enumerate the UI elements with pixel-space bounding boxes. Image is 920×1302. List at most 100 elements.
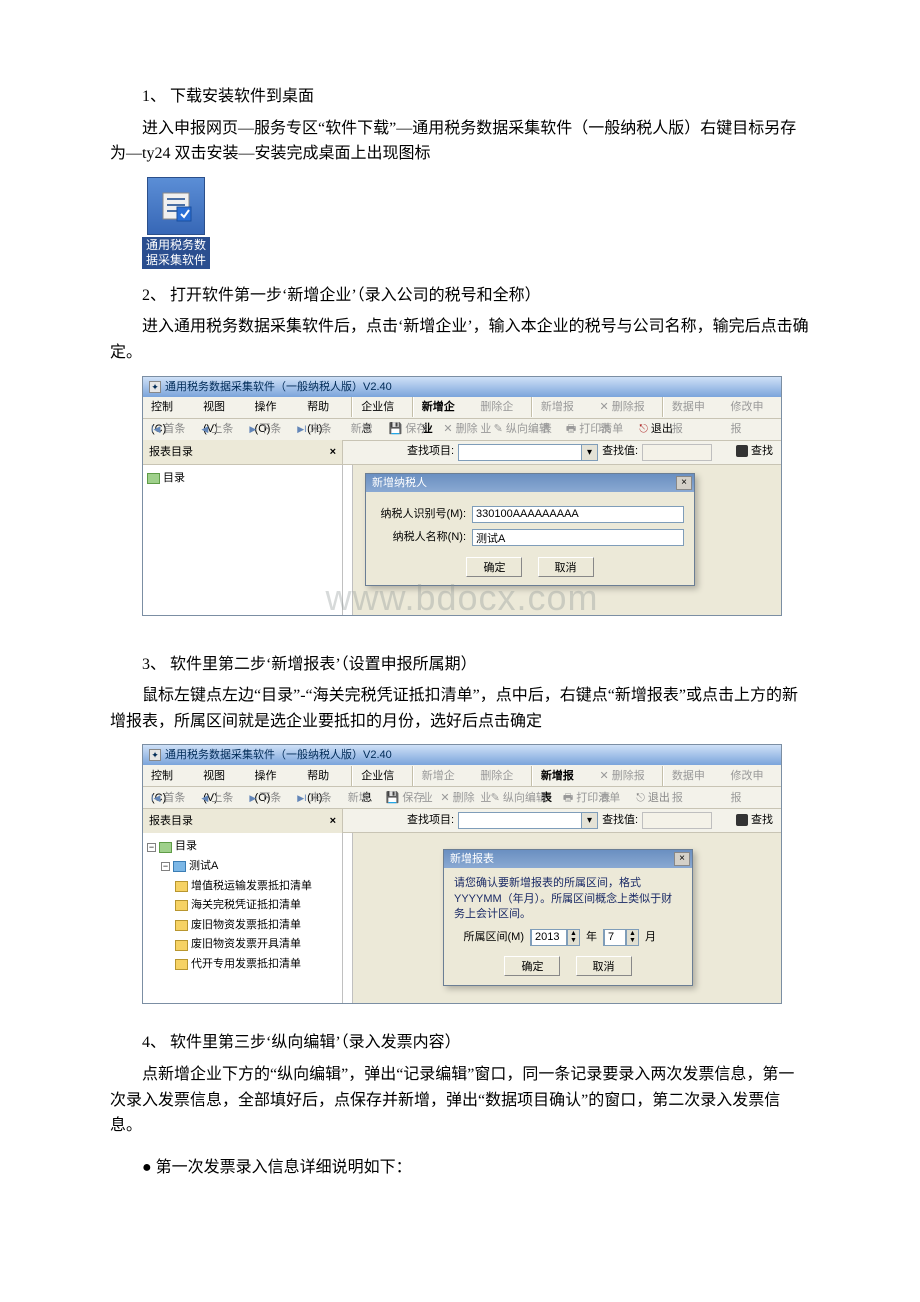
btn-del-report[interactable]: ✕ 删除报表 — [591, 396, 661, 418]
print-icon: 🖶 — [566, 418, 576, 440]
app2-searchbar: 报表目录 × 查找项目: 查找值: 查找 — [143, 809, 781, 833]
dlg2-cancel-button[interactable]: 取消 — [576, 956, 632, 976]
app1-searchbar: 报表目录 × 查找项目: 查找值: 查找 — [143, 441, 781, 465]
app1-workarea: 目录 新增纳税人 × 纳税人识别号(M): — [143, 465, 781, 615]
nav-new[interactable]: 新增 — [340, 787, 378, 809]
nav-vert-edit[interactable]: ✎纵向编辑 — [483, 787, 555, 809]
app1-titlebar: ✦ 通用税务数据采集软件（一般纳税人版）V2.40 — [143, 377, 781, 397]
folder-icon — [175, 920, 188, 931]
btn-add-report[interactable]: 新增报表 — [533, 765, 592, 787]
dlg-title: 新增纳税人 — [372, 474, 427, 492]
btn-company-info[interactable]: 企业信息 — [353, 396, 412, 418]
nav-next[interactable]: ▶ 下条 — [241, 418, 289, 440]
nav-last[interactable]: ▶I 末条 — [289, 418, 339, 440]
tree-item[interactable]: 废旧物资发票开具清单 — [191, 936, 301, 954]
dlg-cancel-button[interactable]: 取消 — [538, 557, 594, 577]
nav-new[interactable]: 新增 — [340, 418, 381, 440]
nav-first[interactable]: I◀ 首条 — [143, 418, 193, 440]
spin-up-icon[interactable]: ▲ — [626, 930, 638, 938]
tree-company-label[interactable]: 测试A — [189, 858, 218, 876]
find-item-combo[interactable] — [458, 444, 598, 461]
folder-icon — [175, 881, 188, 892]
step-1-heading: 1、 下载安装软件到桌面 — [110, 84, 810, 110]
step-4-body: 点新增企业下方的“纵向编辑”，弹出“记录编辑”窗口，同一条记录要录入两次发票信息… — [110, 1062, 810, 1139]
find-item-combo[interactable] — [458, 812, 598, 829]
nav-del[interactable]: ✕ 删除 — [435, 418, 485, 440]
nav-exit[interactable]: ⎋退出 — [631, 418, 681, 440]
spin-down-icon[interactable]: ▼ — [626, 937, 638, 945]
spin-up-icon[interactable]: ▲ — [567, 930, 579, 938]
tree-close-icon[interactable]: × — [330, 809, 336, 833]
exit-icon: ⎋ — [639, 418, 648, 440]
tree-item[interactable]: 增值税运输发票抵扣清单 — [191, 878, 312, 896]
menu-control[interactable]: 控制(C) — [143, 765, 195, 787]
nav-last[interactable]: ▶I 末条 — [289, 787, 339, 809]
shortcut-label-l2: 据采集软件 — [146, 253, 206, 267]
tree-item[interactable]: 代开专用发票抵扣清单 — [191, 956, 301, 974]
tree-item[interactable]: 海关完税凭证抵扣清单 — [191, 897, 301, 915]
year-input[interactable] — [531, 929, 567, 946]
tree-collapse-icon[interactable]: − — [161, 862, 170, 871]
step-2-heading: 2、 打开软件第一步‘新增企业’（录入公司的税号和全称） — [110, 283, 810, 309]
month-input[interactable] — [604, 929, 626, 946]
btn-data-report[interactable]: 数据申报 — [664, 396, 723, 418]
menu-help[interactable]: 帮助(H) — [299, 765, 351, 787]
month-spinner[interactable]: ▲▼ — [603, 929, 639, 946]
find-button[interactable]: 查找 — [728, 812, 781, 830]
dlg-close-icon[interactable]: × — [676, 476, 692, 490]
btn-company-info[interactable]: 企业信息 — [353, 765, 412, 787]
app2-titlebar: ✦ 通用税务数据采集软件（一般纳税人版）V2.40 — [143, 745, 781, 765]
app1-tree: 目录 — [143, 465, 343, 615]
month-unit: 月 — [645, 929, 656, 947]
tree-item[interactable]: 废旧物资发票抵扣清单 — [191, 917, 301, 935]
dlg-close-icon[interactable]: × — [674, 852, 690, 866]
shortcut-label: 通用税务数 据采集软件 — [142, 237, 210, 269]
spin-down-icon[interactable]: ▼ — [567, 937, 579, 945]
menu-help[interactable]: 帮助(H) — [299, 396, 351, 418]
nav-next[interactable]: ▶ 下条 — [241, 787, 289, 809]
find-item-label: 查找项目: — [403, 443, 458, 461]
find-item-label: 查找项目: — [403, 812, 458, 830]
tree-root-label[interactable]: 目录 — [163, 470, 185, 488]
find-value-input[interactable] — [642, 812, 712, 829]
nav-save[interactable]: 💾保存 — [378, 787, 433, 809]
tree-close-icon[interactable]: × — [330, 440, 336, 464]
nav-print[interactable]: 🖶打印清单 — [558, 418, 631, 440]
folder-icon — [175, 959, 188, 970]
btn-del-company[interactable]: 删除企业 — [472, 396, 531, 418]
nav-vert-edit[interactable]: ✎纵向编辑 — [486, 418, 558, 440]
btn-modify-report[interactable]: 修改申报 — [722, 765, 781, 787]
find-button[interactable]: 查找 — [728, 443, 781, 461]
btn-add-report[interactable]: 新增报表 — [533, 396, 592, 418]
btn-add-company[interactable]: 新增企业 — [414, 765, 473, 787]
tree-collapse-icon[interactable]: − — [147, 843, 156, 852]
year-unit: 年 — [586, 929, 597, 947]
menu-view[interactable]: 视图(V) — [195, 765, 246, 787]
nav-del[interactable]: ✕ 删除 — [432, 787, 482, 809]
nav-first[interactable]: I◀ 首条 — [143, 787, 193, 809]
nav-prev[interactable]: ◀ 上条 — [193, 787, 241, 809]
dlg-ok-button[interactable]: 确定 — [466, 557, 522, 577]
btn-del-company[interactable]: 删除企业 — [472, 765, 531, 787]
find-value-input[interactable] — [642, 444, 712, 461]
btn-del-report[interactable]: ✕ 删除报表 — [591, 765, 661, 787]
btn-data-report[interactable]: 数据申报 — [664, 765, 723, 787]
menu-view[interactable]: 视图(V) — [195, 396, 246, 418]
taxpayer-name-input[interactable] — [472, 529, 684, 546]
step-3-heading: 3、 软件里第二步‘新增报表’（设置申报所属期） — [110, 652, 810, 678]
add-report-dialog: 新增报表 × 请您确认要新增报表的所属区间，格式YYYYMM（年月）。所属区间概… — [443, 849, 693, 985]
document-page: 1、 下载安装软件到桌面 进入申报网页—服务专区“软件下载”—通用税务数据采集软… — [0, 0, 920, 1240]
tree-root-label[interactable]: 目录 — [175, 838, 197, 856]
menu-operate[interactable]: 操作(O) — [247, 765, 300, 787]
menu-operate[interactable]: 操作(O) — [247, 396, 300, 418]
year-spinner[interactable]: ▲▼ — [530, 929, 580, 946]
nav-save[interactable]: 💾保存 — [381, 418, 436, 440]
btn-add-company[interactable]: 新增企业 — [414, 396, 473, 418]
taxpayer-id-input[interactable] — [472, 506, 684, 523]
nav-exit[interactable]: ⎋退出 — [628, 787, 678, 809]
btn-modify-report[interactable]: 修改申报 — [722, 396, 781, 418]
dlg2-ok-button[interactable]: 确定 — [504, 956, 560, 976]
nav-print[interactable]: 🖶打印清单 — [555, 787, 628, 809]
menu-control[interactable]: 控制(C) — [143, 396, 195, 418]
nav-prev[interactable]: ◀ 上条 — [193, 418, 241, 440]
